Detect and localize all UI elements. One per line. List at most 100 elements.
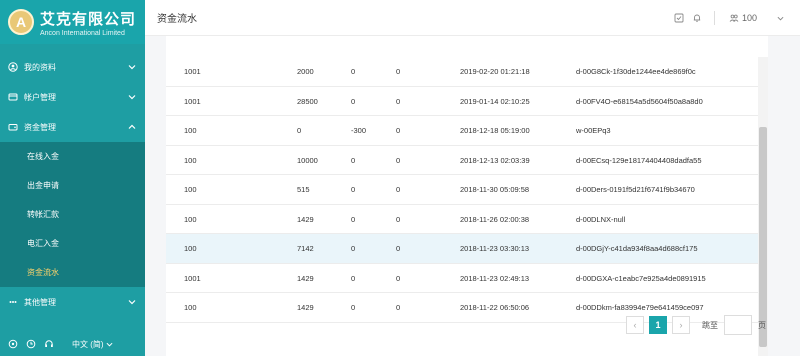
table-row[interactable]: 100 1429 0 0 2018-11-26 02:00:38 d-00DLNX-nul… bbox=[166, 205, 758, 234]
table-row[interactable]: 100 7142 0 0 2018-11-23 03:30:13 d-00DGjY-c41… bbox=[166, 234, 758, 264]
withdraw-cell: 0 bbox=[351, 96, 356, 106]
table-row[interactable]: 100 515 0 0 2018-11-30 05:09:58 d-00Ders-0191… bbox=[166, 175, 758, 205]
chevron-down-icon bbox=[128, 65, 136, 70]
account-cell: 100 bbox=[184, 155, 197, 165]
time-cell: 2018-11-23 02:49:13 bbox=[460, 273, 530, 283]
account-cell: 1001 bbox=[184, 273, 201, 283]
order-id-cell: d-00G8Ck-1f30de1244ee4de869f0c bbox=[576, 67, 696, 76]
account-cell: 100 bbox=[184, 214, 197, 224]
headset-icon[interactable] bbox=[44, 339, 54, 349]
user-circle-icon bbox=[8, 62, 18, 72]
balance-cell: 0 bbox=[396, 214, 401, 224]
withdraw-cell: 0 bbox=[351, 67, 356, 76]
user-group-icon bbox=[729, 14, 739, 22]
chevron-up-icon bbox=[128, 124, 136, 129]
account-cell: 100 bbox=[184, 126, 197, 135]
scrollbar[interactable] bbox=[758, 57, 768, 356]
sidebar-item-label: 转帐汇款 bbox=[27, 210, 59, 219]
brand-subtitle: Ancon International Limited bbox=[40, 29, 125, 37]
time-cell: 2018-11-22 06:50:06 bbox=[460, 303, 530, 312]
wallet-icon bbox=[8, 124, 18, 131]
deposit-cell: 1429 bbox=[297, 273, 314, 283]
table-row[interactable]: 1001 28500 0 0 2019-01-14 02:10:25 d-00FV4O-e… bbox=[166, 87, 758, 116]
deposit-cell: 28500 bbox=[297, 96, 318, 106]
language-label: 中文 (简) bbox=[72, 339, 104, 349]
deposit-cell: 10000 bbox=[297, 155, 318, 165]
order-id-cell: d-00Ders-0191f5d21f6741f9b34670 bbox=[576, 185, 695, 194]
funds-submenu: 在线入金 出金申请 转帐汇款 电汇入金 资金流水 bbox=[0, 142, 145, 287]
sidebar-item-withdraw-request[interactable]: 出金申请 bbox=[0, 171, 145, 200]
deposit-cell: 2000 bbox=[297, 67, 314, 76]
sidebar-item-transfer[interactable]: 转帐汇款 bbox=[0, 200, 145, 229]
table-row[interactable]: 1001 2000 0 0 2019-02-20 01:21:18 d-00G8Ck-1f… bbox=[166, 57, 758, 87]
next-page-button[interactable]: › bbox=[672, 316, 690, 334]
withdraw-cell: 0 bbox=[351, 185, 356, 194]
page-title: 资金流水 bbox=[157, 14, 197, 25]
balance-cell: 0 bbox=[396, 155, 401, 165]
sidebar-item-label: 资金管理 bbox=[24, 122, 56, 132]
brand-title: 艾克有限公司 bbox=[40, 10, 137, 28]
checklist-icon[interactable] bbox=[674, 13, 684, 23]
clock-icon[interactable] bbox=[26, 339, 36, 349]
logo-area[interactable]: A 艾克有限公司 Ancon International Limited bbox=[0, 0, 145, 44]
sidebar: A 艾克有限公司 Ancon International Limited 我的资… bbox=[0, 0, 145, 356]
sidebar-item-label: 帐户管理 bbox=[24, 92, 56, 102]
time-cell: 2018-12-18 05:19:00 bbox=[460, 126, 530, 135]
goto-unit-label: 页 bbox=[758, 320, 766, 330]
order-id-cell: d-00DLNX-null bbox=[576, 214, 626, 224]
time-cell: 2019-02-20 01:21:18 bbox=[460, 67, 530, 76]
goto-label: 跳至 bbox=[702, 320, 718, 330]
account-cell: 100 bbox=[184, 185, 197, 194]
page-number-button[interactable]: 1 bbox=[649, 316, 667, 334]
time-cell: 2018-11-30 05:09:58 bbox=[460, 185, 530, 194]
sidebar-item-funds[interactable]: 资金管理 bbox=[0, 112, 145, 142]
order-id-cell: d-00FV4O-e68154a5d5604f50a8a8d0 bbox=[576, 96, 703, 106]
prev-page-button[interactable]: ‹ bbox=[626, 316, 644, 334]
order-id-cell: d-00DGjY-c41da934f8aa4d688cf175 bbox=[576, 244, 698, 253]
bell-icon[interactable] bbox=[692, 13, 702, 23]
time-cell: 2018-11-23 03:30:13 bbox=[460, 244, 530, 253]
sidebar-item-label: 其他管理 bbox=[24, 297, 56, 307]
grid-icon bbox=[9, 301, 17, 303]
scrollbar-thumb[interactable] bbox=[759, 127, 767, 347]
sidebar-item-fund-flow[interactable]: 资金流水 bbox=[0, 258, 145, 287]
table-row[interactable]: 1001 1429 0 0 2018-11-23 02:49:13 d-00DGXA-c1… bbox=[166, 264, 758, 293]
user-account-label[interactable]: 100 bbox=[742, 13, 757, 23]
chevron-down-icon[interactable] bbox=[777, 15, 784, 22]
sidebar-item-profile[interactable]: 我的资料 bbox=[0, 52, 145, 82]
time-cell: 2019-01-14 02:10:25 bbox=[460, 96, 530, 106]
sidebar-item-label: 资金流水 bbox=[27, 268, 59, 277]
sidebar-item-account[interactable]: 帐户管理 bbox=[0, 82, 145, 112]
deposit-cell: 1429 bbox=[297, 303, 314, 312]
chevron-down-icon bbox=[106, 342, 113, 347]
time-cell: 2018-11-26 02:00:38 bbox=[460, 214, 530, 224]
top-header: 资金流水 100 bbox=[145, 0, 800, 36]
balance-cell: 0 bbox=[396, 67, 401, 76]
deposit-cell: 0 bbox=[297, 126, 302, 135]
withdraw-cell: 0 bbox=[351, 155, 356, 165]
balance-cell: 0 bbox=[396, 185, 401, 194]
sidebar-item-wire-deposit[interactable]: 电汇入金 bbox=[0, 229, 145, 258]
settings-icon[interactable] bbox=[8, 339, 18, 349]
language-selector[interactable]: 中文 (简) bbox=[72, 339, 113, 350]
order-id-cell: w-00EPq3 bbox=[576, 126, 611, 135]
table-row[interactable]: 100 0 -300 0 2018-12-18 05:19:00 w-00EPq3 bbox=[166, 116, 758, 146]
deposit-cell: 1429 bbox=[297, 214, 314, 224]
goto-page-input[interactable] bbox=[724, 315, 752, 335]
balance-cell: 0 bbox=[396, 126, 401, 135]
logo-icon: A bbox=[8, 9, 34, 35]
sidebar-item-label: 我的资料 bbox=[24, 62, 56, 72]
account-cell: 100 bbox=[184, 244, 197, 253]
deposit-cell: 515 bbox=[297, 185, 310, 194]
sidebar-item-other[interactable]: 其他管理 bbox=[0, 287, 145, 317]
order-id-cell: d-00DGXA-c1eabc7e925a4de0891915 bbox=[576, 273, 706, 283]
sidebar-item-label: 出金申请 bbox=[27, 181, 59, 190]
sidebar-item-online-deposit[interactable]: 在线入金 bbox=[0, 142, 145, 171]
main-content: 1001 2000 0 0 2019-02-20 01:21:18 d-00G8Ck-1f… bbox=[166, 36, 768, 356]
withdraw-cell: 0 bbox=[351, 303, 356, 312]
table-row[interactable]: 100 10000 0 0 2018-12-13 02:03:39 d-00ECsq-12… bbox=[166, 146, 758, 175]
balance-cell: 0 bbox=[396, 273, 401, 283]
deposit-cell: 7142 bbox=[297, 244, 314, 253]
withdraw-cell: 0 bbox=[351, 273, 356, 283]
time-cell: 2018-12-13 02:03:39 bbox=[460, 155, 530, 165]
